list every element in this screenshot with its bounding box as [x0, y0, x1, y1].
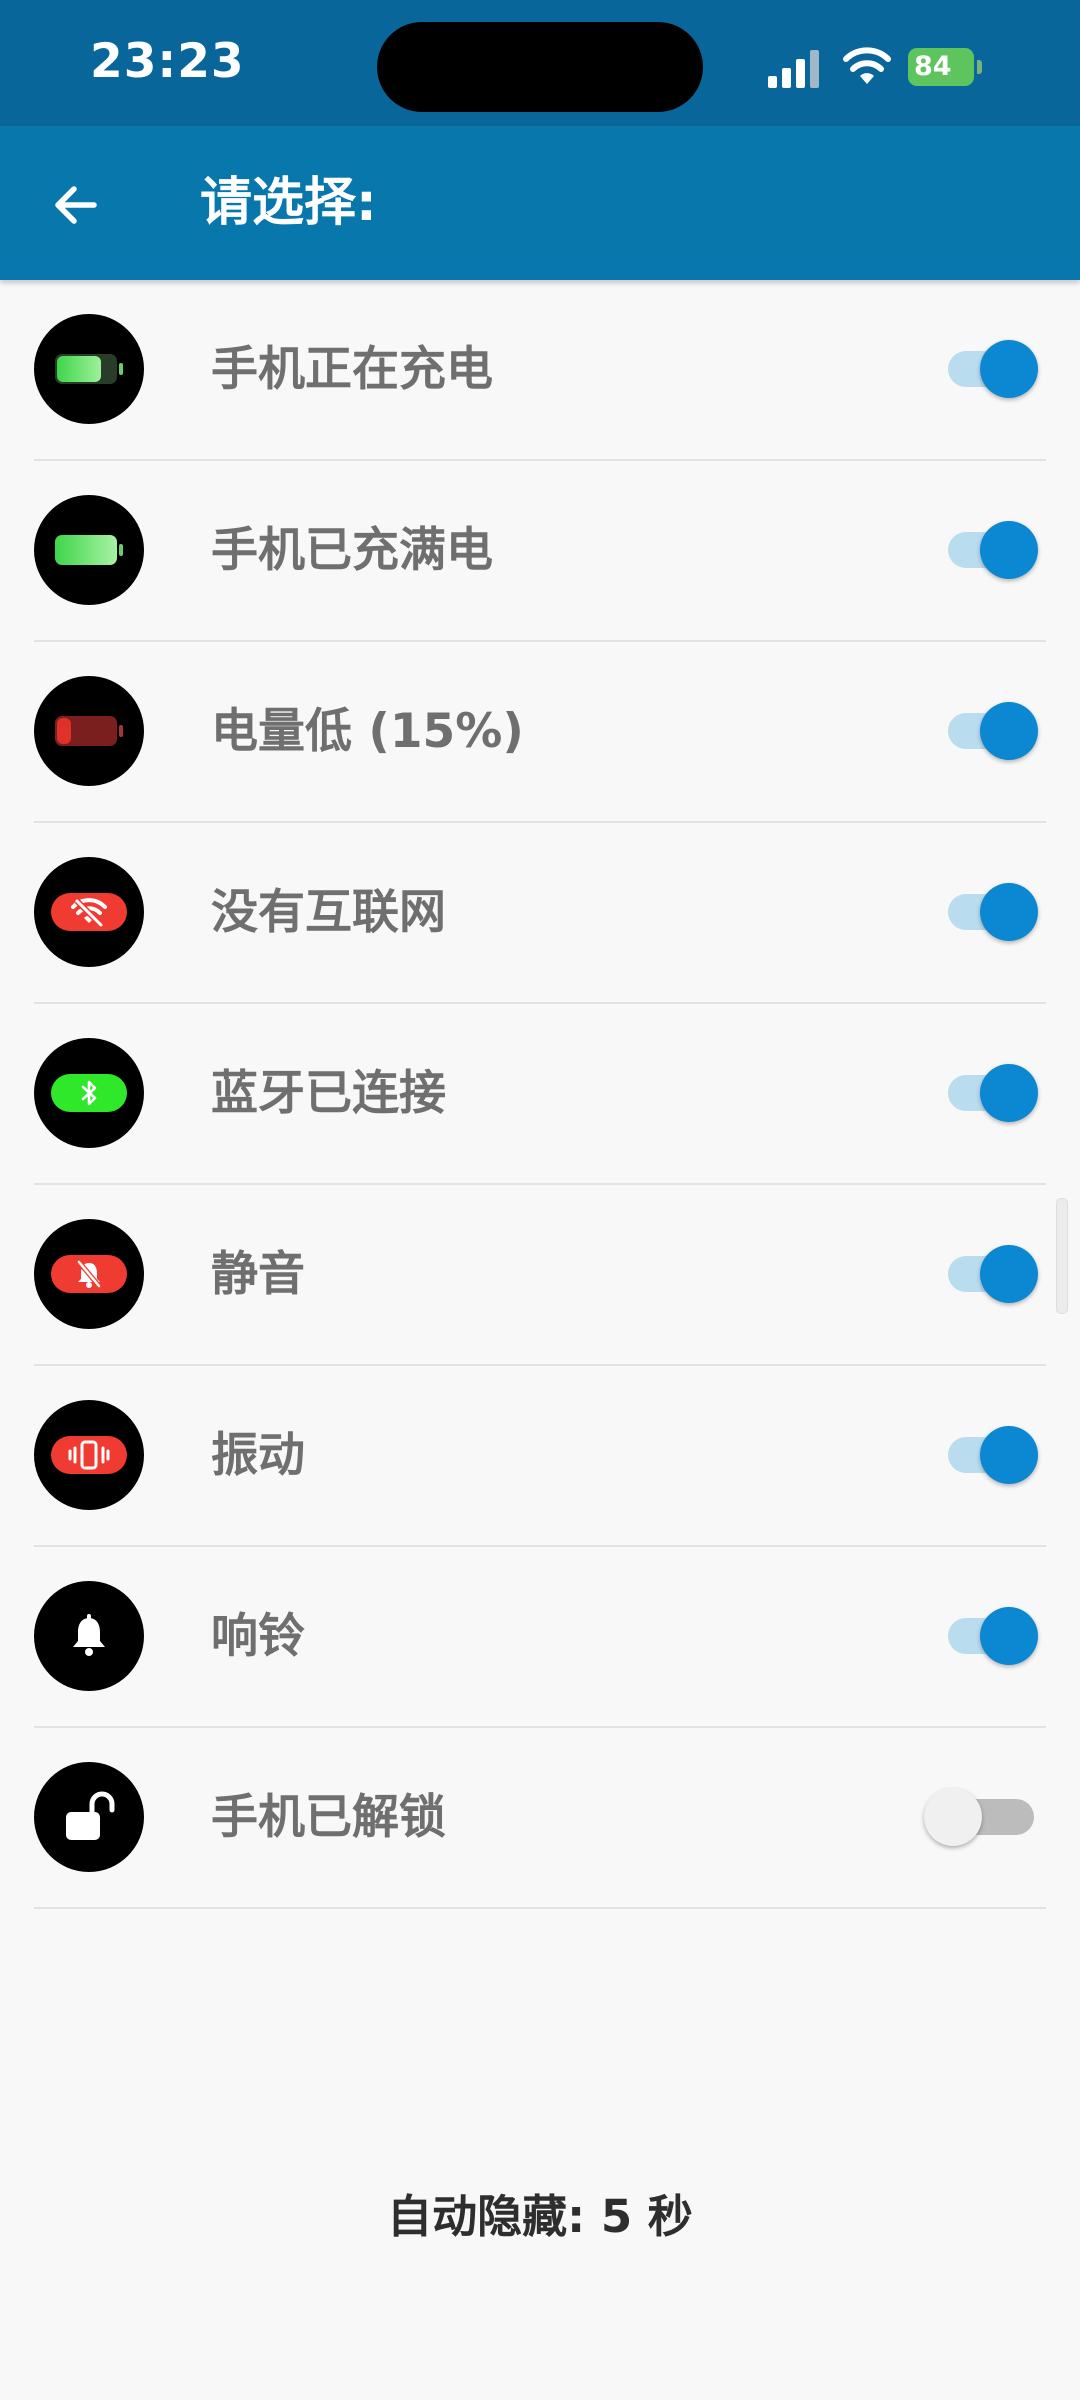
vibrate-icon: [34, 1400, 144, 1510]
battery-level: 84: [908, 48, 974, 86]
app-bar: 请选择:: [0, 126, 1080, 280]
dynamic-island: [377, 22, 703, 112]
status-time: 23:23: [90, 34, 245, 89]
page-title: 请选择:: [200, 173, 377, 233]
unlock-icon: [34, 1762, 144, 1872]
back-button[interactable]: [40, 170, 110, 240]
list-item-charging[interactable]: 手机正在充电: [34, 280, 1046, 461]
item-label: 静音: [211, 1247, 305, 1302]
battery-full-icon: [34, 495, 144, 605]
arrow-left-icon: [55, 186, 97, 224]
battery-charging-icon: [34, 314, 144, 424]
scrollbar[interactable]: [1056, 1198, 1068, 1314]
battery-low-icon: [34, 676, 144, 786]
toggle-switch[interactable]: [944, 340, 1038, 398]
no-internet-icon: [34, 857, 144, 967]
battery-indicator: 84: [908, 48, 984, 86]
list-item-low-battery[interactable]: 电量低 (15%): [34, 642, 1046, 823]
cellular-signal-icon: [768, 50, 819, 88]
list-item-unlocked[interactable]: 手机已解锁: [34, 1728, 1046, 1909]
list-item-silent[interactable]: 静音: [34, 1185, 1046, 1366]
bluetooth-icon: [34, 1038, 144, 1148]
silent-bell-icon: [34, 1219, 144, 1329]
item-label: 手机已解锁: [211, 1790, 446, 1845]
toggle-switch[interactable]: [944, 1245, 1038, 1303]
list-item-ring[interactable]: 响铃: [34, 1547, 1046, 1728]
toggle-switch[interactable]: [944, 521, 1038, 579]
toggle-switch[interactable]: [944, 702, 1038, 760]
list-item-no-internet[interactable]: 没有互联网: [34, 823, 1046, 1004]
toggle-switch[interactable]: [924, 1788, 1038, 1846]
toggle-switch[interactable]: [944, 883, 1038, 941]
toggle-switch[interactable]: [944, 1064, 1038, 1122]
status-bar: 23:23 84: [0, 0, 1080, 126]
toggle-switch[interactable]: [944, 1426, 1038, 1484]
item-label: 手机正在充电: [211, 342, 493, 397]
item-label: 振动: [211, 1428, 305, 1483]
item-label: 手机已充满电: [211, 523, 493, 578]
auto-hide-countdown: 自动隐藏: 5 秒: [387, 2190, 693, 2243]
item-label: 没有互联网: [211, 885, 446, 940]
list-item-full[interactable]: 手机已充满电: [34, 461, 1046, 642]
wifi-icon: [843, 47, 891, 84]
list-item-vibrate[interactable]: 振动: [34, 1366, 1046, 1547]
item-label: 电量低 (15%): [211, 704, 524, 759]
bell-icon: [34, 1581, 144, 1691]
list-item-bluetooth[interactable]: 蓝牙已连接: [34, 1004, 1046, 1185]
item-label: 蓝牙已连接: [211, 1066, 446, 1121]
toggle-switch[interactable]: [944, 1607, 1038, 1665]
event-list: 手机正在充电 手机已充满电 电量低 (15%) 没有互联网 蓝牙已连接 静音 振…: [0, 280, 1080, 1909]
item-label: 响铃: [211, 1609, 305, 1664]
